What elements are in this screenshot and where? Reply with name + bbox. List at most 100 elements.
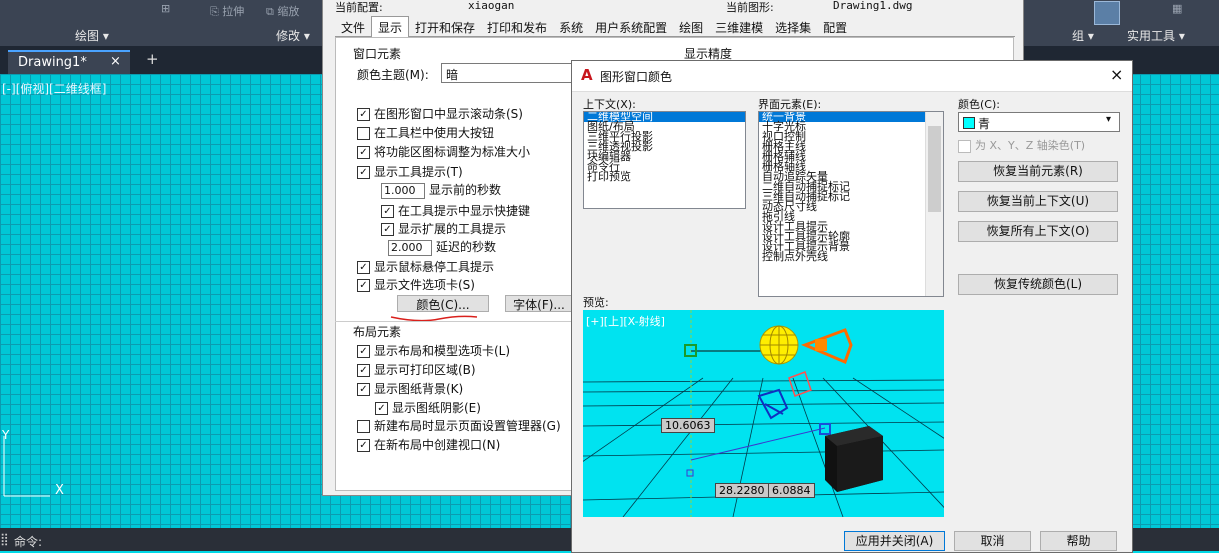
tab-system[interactable]: 系统 xyxy=(553,17,589,38)
checkbox-checked-icon: ✓ xyxy=(357,108,370,121)
checkbox-checked-icon: ✓ xyxy=(381,205,394,218)
extended-tooltips-checkbox[interactable]: ✓ 显示扩展的工具提示 xyxy=(381,220,506,237)
current-drawing: Drawing1.dwg xyxy=(833,0,913,12)
ribbon-icon-size-checkbox[interactable]: ✓ 将功能区图标调整为标准大小 xyxy=(357,143,530,160)
options-tabs: 文件 显示 打开和保存 打印和发布 系统 用户系统配置 绘图 三维建模 选择集 配置 xyxy=(335,16,1015,38)
stretch-tool[interactable]: ⎘ 拉伸 xyxy=(210,3,244,19)
cursor-icon[interactable] xyxy=(1094,1,1120,25)
rollover-tooltips-checkbox[interactable]: ✓ 显示鼠标悬停工具提示 xyxy=(357,258,494,275)
delay-row: 2.000 延迟的秒数 xyxy=(388,238,496,256)
scrollbar-thumb[interactable] xyxy=(928,126,941,212)
tab-display[interactable]: 显示 xyxy=(371,16,410,38)
file-tab-label: Drawing1* xyxy=(18,55,87,70)
tab-drafting[interactable]: 绘图 xyxy=(673,17,709,38)
scale-tool[interactable]: ⧉ 缩放 xyxy=(266,3,299,19)
delay-seconds-input[interactable]: 2.000 xyxy=(388,239,432,256)
file-tab[interactable]: Drawing1* × xyxy=(8,50,130,76)
array-icon[interactable]: ⊞ xyxy=(161,2,170,15)
shortcut-keys-checkbox[interactable]: ✓ 在工具提示中显示快捷键 xyxy=(381,202,530,219)
fonts-button[interactable]: 字体(F)... xyxy=(505,295,573,312)
layout-elements-title: 布局元素 xyxy=(353,325,402,339)
apply-close-button[interactable]: 应用并关闭(A) xyxy=(844,531,945,551)
dialog-title: 图形窗口颜色 xyxy=(600,70,673,84)
panel-modify[interactable]: 修改 ▾ xyxy=(276,27,310,44)
checkbox-checked-icon: ✓ xyxy=(381,223,394,236)
dimension-tooltip: 28.2280 xyxy=(715,483,769,498)
chevron-down-icon: ▾ xyxy=(1106,114,1112,125)
dimension-tooltip: 10.6063 xyxy=(661,418,715,433)
color-label: 颜色(C): xyxy=(958,98,1000,111)
help-button[interactable]: 帮助 xyxy=(1040,531,1117,551)
svg-text:Y: Y xyxy=(1,428,10,442)
tab-open-save[interactable]: 打开和保存 xyxy=(409,17,481,38)
tab-selection[interactable]: 选择集 xyxy=(769,17,817,38)
tab-plot-publish[interactable]: 打印和发布 xyxy=(481,17,553,38)
ucs-icon: Y X xyxy=(1,428,64,498)
context-label: 上下文(X): xyxy=(583,98,636,111)
panel-draw[interactable]: 绘图 ▾ xyxy=(75,27,109,44)
color-select[interactable]: 青 ▾ xyxy=(958,112,1120,132)
restore-current-context-button[interactable]: 恢复当前上下文(U) xyxy=(958,191,1118,212)
checkbox-disabled-icon xyxy=(958,139,971,153)
checkbox-checked-icon: ✓ xyxy=(357,364,370,377)
element-item[interactable]: 控制点外壳线 xyxy=(759,251,943,262)
color-value: 青 xyxy=(978,117,991,131)
restore-current-element-button[interactable]: 恢复当前元素(R) xyxy=(958,161,1118,182)
create-viewport-checkbox[interactable]: ✓ 在新布局中创建视口(N) xyxy=(357,436,500,453)
tab-user-preferences[interactable]: 用户系统配置 xyxy=(589,17,673,38)
drawing-window-colors-dialog: A 图形窗口颜色 × 上下文(X): 二维模型空间 图纸/布局 三维平行投影 三… xyxy=(571,60,1133,553)
color-scheme-value: 暗 xyxy=(446,68,459,82)
checkbox-checked-icon: ✓ xyxy=(357,279,370,292)
restore-all-contexts-button[interactable]: 恢复所有上下文(O) xyxy=(958,221,1118,242)
tab-3d-modeling[interactable]: 三维建模 xyxy=(709,17,769,38)
checkbox-checked-icon: ✓ xyxy=(357,166,370,179)
tab-profiles[interactable]: 配置 xyxy=(817,17,853,38)
tint-axes-checkbox[interactable]: 为 X、Y、Z 轴染色(T) xyxy=(958,137,1085,153)
checkbox-unchecked-icon xyxy=(357,127,370,140)
tooltip-seconds-input[interactable]: 1.000 xyxy=(381,182,425,199)
dimension-tooltip: 6.0884 xyxy=(768,483,815,498)
command-label: 命令: xyxy=(14,535,43,549)
divider xyxy=(335,321,575,322)
window-elements-title: 窗口元素 xyxy=(353,47,402,61)
paper-shadow-checkbox[interactable]: ✓ 显示图纸阴影(E) xyxy=(375,399,481,416)
printable-area-checkbox[interactable]: ✓ 显示可打印区域(B) xyxy=(357,361,476,378)
cancel-button[interactable]: 取消 xyxy=(954,531,1031,551)
color-scheme-label: 颜色主题(M): xyxy=(357,68,429,82)
tab-files[interactable]: 文件 xyxy=(335,17,371,38)
checkbox-checked-icon: ✓ xyxy=(357,345,370,358)
checkbox-checked-icon: ✓ xyxy=(357,261,370,274)
svg-text:X: X xyxy=(55,483,64,498)
preview-label: 预览: xyxy=(583,296,609,309)
calculator-icon[interactable]: ▦ xyxy=(1172,2,1182,15)
color-scheme-select[interactable]: 暗 xyxy=(441,63,573,83)
checkbox-checked-icon: ✓ xyxy=(357,146,370,159)
checkbox-checked-icon: ✓ xyxy=(375,402,388,415)
preview-viewport-label: [+][上][X-射线] xyxy=(586,315,665,328)
element-label: 界面元素(E): xyxy=(758,98,822,111)
restore-classic-colors-button[interactable]: 恢复传统颜色(L) xyxy=(958,274,1118,295)
panel-group[interactable]: 组 ▾ xyxy=(1072,27,1094,44)
scrollbars-checkbox[interactable]: ✓ 在图形窗口中显示滚动条(S) xyxy=(357,105,523,122)
close-icon[interactable]: × xyxy=(1110,65,1123,84)
scrollbar[interactable] xyxy=(925,112,943,296)
new-tab-button[interactable]: + xyxy=(146,50,159,68)
panel-utilities[interactable]: 实用工具 ▾ xyxy=(1127,27,1185,44)
layout-tabs-checkbox[interactable]: ✓ 显示布局和模型选项卡(L) xyxy=(357,342,510,359)
close-icon[interactable]: × xyxy=(110,54,121,69)
current-profile-label: 当前配置: xyxy=(335,1,383,14)
color-swatch-icon xyxy=(963,117,975,129)
paper-background-checkbox[interactable]: ✓ 显示图纸背景(K) xyxy=(357,380,463,397)
context-item[interactable]: 打印预览 xyxy=(584,171,745,182)
checkbox-unchecked-icon xyxy=(357,420,370,433)
colors-button[interactable]: 颜色(C)... xyxy=(397,295,489,312)
viewport-control[interactable]: [-][俯视][二维线框] xyxy=(2,80,106,97)
show-tooltips-checkbox[interactable]: ✓ 显示工具提示(T) xyxy=(357,163,463,180)
page-setup-manager-checkbox[interactable]: 新建布局时显示页面设置管理器(G) xyxy=(357,417,561,434)
grip-icon: ⣿ xyxy=(0,532,9,546)
element-list[interactable]: 统一背景 十字光标 视口控制 栅格主线 栅格辅线 栅格轴线 自动追踪矢量 二维自… xyxy=(758,111,944,297)
large-buttons-checkbox[interactable]: 在工具栏中使用大按钮 xyxy=(357,124,494,141)
file-tabs-checkbox[interactable]: ✓ 显示文件选项卡(S) xyxy=(357,276,475,293)
context-list[interactable]: 二维模型空间 图纸/布局 三维平行投影 三维透视投影 块编辑器 命令行 打印预览 xyxy=(583,111,746,209)
checkbox-checked-icon: ✓ xyxy=(357,439,370,452)
